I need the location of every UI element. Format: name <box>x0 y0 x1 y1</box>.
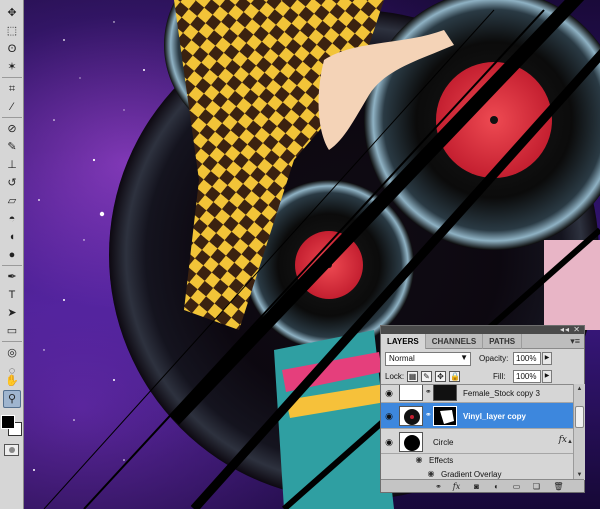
lock-position-icon[interactable]: ✥ <box>435 371 446 382</box>
fx-icon[interactable]: fx <box>451 481 462 492</box>
lock-image-icon[interactable]: ✎ <box>421 371 432 382</box>
vinyl-thumbnail-icon <box>400 407 422 425</box>
scroll-up-icon[interactable]: ▲ <box>574 384 585 394</box>
tab-layers[interactable]: LAYERS <box>381 334 426 349</box>
paint-bucket-tool-icon[interactable]: ◓ <box>3 210 21 228</box>
layer-mask-thumbnail <box>433 406 457 426</box>
mask-shape-icon <box>440 410 454 424</box>
tools-panel: ✥ ⬚ ʘ ✶ ⌗ ⁄ ⊘ ✎ ⊥ ↺ ▱ ◓ ◖ ● ✒ T ➤ ▭ ◎ ◌ … <box>0 0 24 509</box>
mask-link-icon[interactable]: ⚭ <box>425 410 432 422</box>
layer-row[interactable]: ◉ ⚭ Female_Stock copy 3 <box>381 385 573 403</box>
type-tool-icon[interactable]: T <box>3 286 21 304</box>
delete-layer-icon[interactable]: 🗑 <box>553 481 564 492</box>
layer-thumbnail <box>399 406 423 426</box>
fill-label: Fill: <box>493 372 506 381</box>
layers-scrollbar[interactable]: ▲ ▼ <box>573 384 585 480</box>
layer-mask-thumbnail <box>433 385 457 401</box>
history-brush-tool-icon[interactable]: ↺ <box>3 174 21 192</box>
visibility-eye-icon[interactable]: ◉ <box>383 436 395 448</box>
foreground-color-swatch[interactable] <box>1 415 15 429</box>
marquee-tool-icon[interactable]: ⬚ <box>3 22 21 40</box>
quick-mask-button[interactable] <box>4 444 19 456</box>
eyedropper-tool-icon[interactable]: ⁄ <box>3 98 21 116</box>
lock-label: Lock: <box>385 372 405 381</box>
new-layer-icon[interactable]: ❏ <box>531 481 542 492</box>
fx-icon[interactable]: fx <box>559 435 567 445</box>
dodge-tool-icon[interactable]: ● <box>3 246 21 264</box>
lock-all-icon[interactable]: 🔒 <box>449 371 460 382</box>
brush-tool-icon[interactable]: ✎ <box>3 138 21 156</box>
tool-separator <box>2 265 22 266</box>
adjustment-layer-icon[interactable]: ◐ <box>491 481 502 492</box>
panel-tabs: LAYERS CHANNELS PATHS ▾≡ <box>381 334 584 349</box>
layer-thumbnail <box>399 385 423 401</box>
pen-tool-icon[interactable]: ✒ <box>3 268 21 286</box>
tab-paths[interactable]: PATHS <box>483 334 523 349</box>
circle-thumbnail-icon <box>400 433 422 451</box>
mask-link-icon[interactable]: ⚭ <box>425 387 432 399</box>
layers-list: ◉ ⚭ Female_Stock copy 3 ◉ ⚭ Vinyl_layer … <box>381 384 573 480</box>
fill-input[interactable]: 100% <box>513 370 541 383</box>
layer-row[interactable]: ◉ Circle fx ▲ <box>381 430 573 454</box>
collapse-icon[interactable]: ◂◂ ✕ <box>560 325 581 334</box>
tool-separator <box>2 117 22 118</box>
effect-item-name: Gradient Overlay <box>441 470 502 479</box>
effects-eye-icon[interactable]: ◉ <box>413 454 425 466</box>
layer-name: Female_Stock copy 3 <box>463 389 540 398</box>
effects-row[interactable]: ◉ Effects <box>381 454 573 467</box>
blend-mode-value: Normal <box>389 354 415 363</box>
blur-tool-icon[interactable]: ◖ <box>3 228 21 246</box>
magic-wand-tool-icon[interactable]: ✶ <box>3 58 21 76</box>
hand-tool-icon[interactable]: ✋ <box>3 372 21 390</box>
layers-bottom-bar: ⚭ fx ◙ ◐ ▭ ❏ 🗑 <box>381 479 584 492</box>
scroll-thumb[interactable] <box>575 406 584 428</box>
move-tool-icon[interactable]: ✥ <box>3 4 21 22</box>
link-layers-icon[interactable]: ⚭ <box>433 481 444 492</box>
panel-titlebar[interactable]: ◂◂ ✕ <box>381 325 584 334</box>
visibility-eye-icon[interactable]: ◉ <box>383 410 395 422</box>
lock-transparency-icon[interactable]: ▦ <box>407 371 418 382</box>
opacity-input[interactable]: 100% <box>513 352 541 365</box>
new-group-icon[interactable]: ▭ <box>511 481 522 492</box>
3d-rotate-tool-icon[interactable]: ◎ <box>3 344 21 362</box>
path-selection-tool-icon[interactable]: ➤ <box>3 304 21 322</box>
layer-row-selected[interactable]: ◉ ⚭ Vinyl_layer copy <box>381 403 573 429</box>
tab-channels[interactable]: CHANNELS <box>426 334 484 349</box>
layer-name: Circle <box>433 438 454 447</box>
blend-row: Normal ▼ Opacity: 100% ▶ <box>385 352 581 368</box>
opacity-label: Opacity: <box>479 354 509 363</box>
panel-menu-icon[interactable]: ▾≡ <box>570 336 580 347</box>
add-mask-icon[interactable]: ◙ <box>471 481 482 492</box>
zoom-tool-icon[interactable]: ⚲ <box>3 390 21 408</box>
layer-thumbnail <box>399 432 423 452</box>
healing-brush-tool-icon[interactable]: ⊘ <box>3 120 21 138</box>
shape-tool-icon[interactable]: ▭ <box>3 322 21 340</box>
visibility-eye-icon[interactable]: ◉ <box>383 387 395 399</box>
effects-label: Effects <box>429 456 454 465</box>
chevron-down-icon: ▼ <box>460 353 468 362</box>
opacity-slider-arrow-icon[interactable]: ▶ <box>542 352 552 365</box>
tool-separator <box>2 341 22 342</box>
fill-slider-arrow-icon[interactable]: ▶ <box>542 370 552 383</box>
eraser-tool-icon[interactable]: ▱ <box>3 192 21 210</box>
lasso-tool-icon[interactable]: ʘ <box>3 40 21 58</box>
clone-stamp-tool-icon[interactable]: ⊥ <box>3 156 21 174</box>
crop-tool-icon[interactable]: ⌗ <box>3 80 21 98</box>
layers-panel: ◂◂ ✕ LAYERS CHANNELS PATHS ▾≡ Normal ▼ O… <box>380 325 585 493</box>
layer-name: Vinyl_layer copy <box>463 412 526 421</box>
tool-separator <box>2 77 22 78</box>
blend-mode-select[interactable]: Normal ▼ <box>385 352 471 366</box>
